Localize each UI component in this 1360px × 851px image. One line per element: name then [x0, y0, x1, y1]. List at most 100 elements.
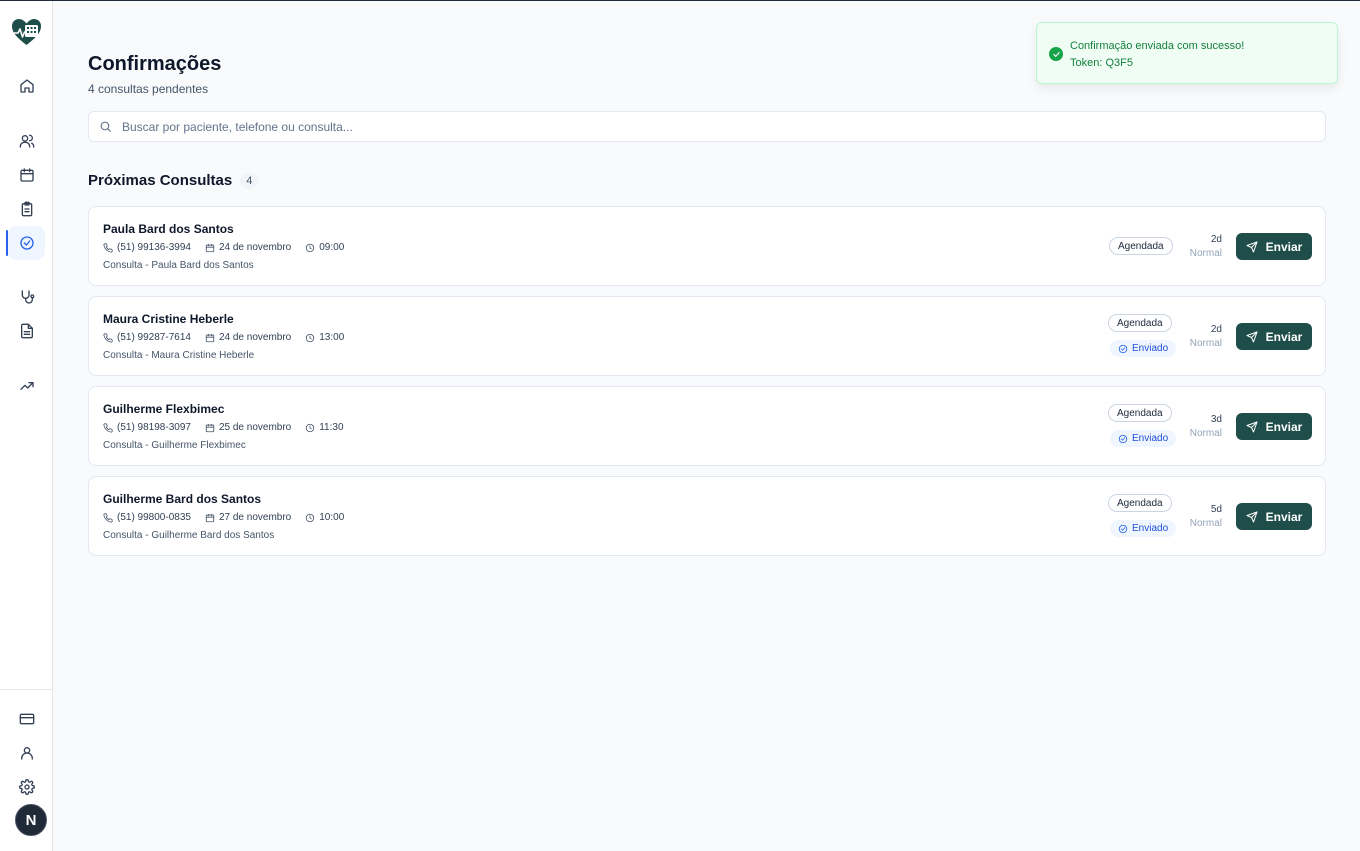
days-until: 2d: [1210, 234, 1222, 245]
days-until: 3d: [1210, 414, 1222, 425]
priority-label: Normal: [1189, 338, 1222, 349]
page-subtitle: 4 consultas pendentes: [88, 82, 209, 96]
stethoscope-icon: [21, 290, 34, 304]
appointment-date: 27 de novembro: [218, 512, 292, 523]
nav-profile[interactable]: [8, 736, 45, 770]
status-badge: Agendada: [1109, 237, 1173, 255]
appointment-card[interactable]: Paula Bard dos Santos (51) 99136-3994 24…: [88, 206, 1326, 286]
send-icon: [1246, 511, 1258, 522]
calendar-icon: [205, 333, 215, 342]
appointment-meta: (51) 99287-7614 24 de novembro 13:00: [103, 332, 358, 343]
file-text-icon: [20, 323, 33, 339]
search-bar: [88, 111, 1326, 142]
clipboard-icon: [21, 201, 32, 217]
send-icon: [1246, 241, 1258, 252]
user-icon: [20, 747, 33, 760]
priority-label: Normal: [1189, 428, 1222, 439]
nav-billing[interactable]: [8, 702, 45, 736]
phone-icon: [103, 422, 113, 433]
appointment-card[interactable]: Guilherme Bard dos Santos (51) 99800-083…: [88, 476, 1326, 556]
phone-icon: [103, 242, 113, 253]
send-button[interactable]: Enviar: [1236, 323, 1312, 350]
section-header: Próximas Consultas 4: [88, 172, 259, 189]
send-button-label: Enviar: [1265, 239, 1303, 254]
appointment-date: 25 de novembro: [218, 422, 292, 433]
appointment-meta: (51) 99136-3994 24 de novembro 09:00: [103, 242, 358, 253]
appointment-time: 09:00: [319, 242, 345, 253]
patient-phone: (51) 99136-3994: [117, 242, 191, 253]
phone-icon: [103, 332, 113, 343]
appointment-card[interactable]: Maura Cristine Heberle (51) 99287-7614 2…: [88, 296, 1326, 376]
nav-clipboard[interactable]: [8, 192, 45, 226]
days-until: 2d: [1210, 324, 1222, 335]
patient-phone: (51) 99800-0835: [117, 512, 191, 523]
nav-confirmations[interactable]: [6, 226, 45, 260]
nav-home[interactable]: [8, 69, 45, 103]
sent-badge: Enviado: [1110, 520, 1177, 537]
clock-icon: [306, 513, 315, 522]
avatar-letter: N: [25, 811, 37, 829]
patient-name: Guilherme Bard dos Santos: [103, 492, 262, 506]
nav-calendar[interactable]: [8, 158, 45, 192]
patient-phone: (51) 99287-7614: [117, 332, 191, 343]
patient-phone: (51) 98198-3097: [117, 422, 191, 433]
status-badge: Agendada: [1108, 404, 1172, 422]
gear-icon: [18, 779, 35, 795]
success-toast: Confirmação enviada com sucesso! Token: …: [1036, 22, 1338, 84]
trending-up-icon: [19, 382, 34, 390]
status-badge: Agendada: [1108, 494, 1172, 512]
search-input[interactable]: [122, 119, 1272, 134]
send-icon: [1246, 331, 1258, 342]
send-button[interactable]: Enviar: [1236, 503, 1312, 530]
send-button-label: Enviar: [1265, 329, 1303, 344]
clock-icon: [306, 423, 315, 432]
priority-label: Normal: [1189, 518, 1222, 529]
send-button-label: Enviar: [1265, 509, 1303, 524]
check-circle-icon: [1118, 434, 1128, 443]
patient-name: Guilherme Flexbimec: [103, 402, 225, 416]
patient-name: Maura Cristine Heberle: [103, 312, 234, 326]
status-badge: Agendada: [1108, 314, 1172, 332]
send-button[interactable]: Enviar: [1236, 233, 1312, 260]
sent-label: Enviado: [1132, 343, 1169, 354]
appointment-meta: (51) 99800-0835 27 de novembro 10:00: [103, 512, 358, 523]
sent-label: Enviado: [1132, 433, 1169, 444]
patient-name: Paula Bard dos Santos: [103, 222, 234, 236]
section-title: Próximas Consultas: [88, 172, 233, 189]
page-title: Confirmações: [88, 53, 222, 75]
calendar-icon: [205, 243, 215, 252]
toast-token: Token: Q3F5: [1070, 57, 1133, 69]
search-icon: [100, 121, 111, 132]
check-circle-icon: [19, 236, 34, 250]
home-icon: [19, 79, 34, 93]
users-icon: [19, 134, 34, 148]
credit-card-icon: [19, 713, 34, 725]
appointment-date: 24 de novembro: [218, 332, 292, 343]
nav-stethoscope[interactable]: [8, 280, 45, 314]
sent-badge: Enviado: [1110, 340, 1177, 357]
check-circle-icon: [1118, 524, 1128, 533]
priority-label: Normal: [1189, 248, 1222, 259]
nav-documents[interactable]: [8, 314, 45, 348]
nav-analytics[interactable]: [8, 369, 45, 403]
calendar-icon: [19, 168, 34, 182]
check-circle-icon: [1118, 344, 1128, 353]
nav-patients[interactable]: [8, 124, 45, 158]
appointment-description: Consulta - Guilherme Bard dos Santos: [103, 530, 275, 541]
calendar-icon: [205, 513, 215, 522]
clock-icon: [306, 243, 315, 252]
appointment-meta: (51) 98198-3097 25 de novembro 11:30: [103, 422, 358, 433]
appointment-description: Consulta - Guilherme Flexbimec: [103, 440, 246, 451]
heart-logo-icon[interactable]: [10, 17, 43, 47]
send-button-label: Enviar: [1265, 419, 1303, 434]
avatar[interactable]: N: [15, 804, 47, 836]
phone-icon: [103, 512, 113, 523]
appointment-description: Consulta - Paula Bard dos Santos: [103, 260, 254, 271]
section-count-badge: 4: [240, 172, 259, 189]
nav-settings[interactable]: [8, 770, 45, 804]
send-button[interactable]: Enviar: [1236, 413, 1312, 440]
appointment-description: Consulta - Maura Cristine Heberle: [103, 350, 255, 361]
appointment-time: 11:30: [319, 422, 344, 433]
calendar-icon: [205, 423, 215, 432]
appointment-card[interactable]: Guilherme Flexbimec (51) 98198-3097 25 d…: [88, 386, 1326, 466]
